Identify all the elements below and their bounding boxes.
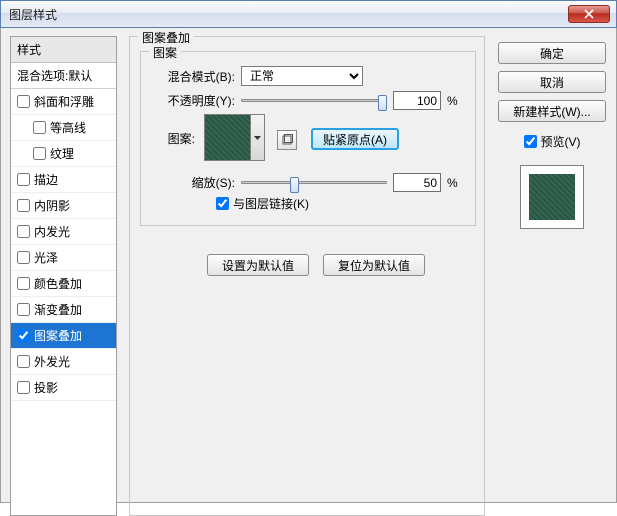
opacity-slider-thumb[interactable] (378, 95, 387, 111)
style-item-10[interactable]: 外发光 (11, 349, 116, 375)
style-item-6[interactable]: 光泽 (11, 245, 116, 271)
new-preset-icon (281, 134, 293, 146)
preview-label: 预览(V) (541, 133, 581, 150)
style-item-label: 光泽 (34, 249, 58, 266)
pattern-overlay-group: 图案叠加 图案 混合模式(B): 正常 不透明度(Y): % 图案: (129, 36, 485, 516)
close-button[interactable] (568, 5, 610, 23)
opacity-slider[interactable] (241, 99, 387, 102)
scale-label: 缩放(S): (151, 174, 235, 191)
inner-group-label: 图案 (149, 44, 181, 61)
style-item-checkbox[interactable] (33, 121, 46, 134)
style-item-label: 投影 (34, 379, 58, 396)
opacity-label: 不透明度(Y): (151, 92, 235, 109)
reset-to-default-button[interactable]: 复位为默认值 (323, 254, 425, 276)
style-item-label: 斜面和浮雕 (34, 93, 94, 110)
blend-mode-label: 混合模式(B): (151, 68, 235, 85)
preview-checkbox[interactable] (524, 135, 537, 148)
style-item-label: 纹理 (50, 145, 74, 162)
dialog-title: 图层样式 (9, 6, 57, 23)
create-new-preset-button[interactable] (277, 130, 297, 150)
percent-label-2: % (447, 176, 458, 190)
style-item-label: 外发光 (34, 353, 70, 370)
link-with-layer-checkbox[interactable] (216, 197, 229, 210)
snap-to-origin-button[interactable]: 贴紧原点(A) (311, 128, 399, 150)
style-item-7[interactable]: 颜色叠加 (11, 271, 116, 297)
new-style-button[interactable]: 新建样式(W)... (498, 100, 606, 122)
dialog-body: 样式 混合选项:默认 斜面和浮雕等高线纹理描边内阴影内发光光泽颜色叠加渐变叠加图… (0, 28, 617, 503)
style-item-checkbox[interactable] (17, 199, 30, 212)
style-item-label: 等高线 (50, 119, 86, 136)
style-item-checkbox[interactable] (17, 381, 30, 394)
style-item-label: 内阴影 (34, 197, 70, 214)
styles-panel: 样式 混合选项:默认 斜面和浮雕等高线纹理描边内阴影内发光光泽颜色叠加渐变叠加图… (10, 36, 117, 516)
preview-swatch (520, 165, 584, 229)
style-item-label: 颜色叠加 (34, 275, 82, 292)
style-item-label: 图案叠加 (34, 327, 82, 344)
ok-button[interactable]: 确定 (498, 42, 606, 64)
scale-input[interactable] (393, 173, 441, 192)
pattern-group: 图案 混合模式(B): 正常 不透明度(Y): % 图案: (140, 51, 476, 226)
style-item-checkbox[interactable] (17, 173, 30, 186)
titlebar: 图层样式 (0, 0, 617, 28)
style-item-checkbox[interactable] (33, 147, 46, 160)
close-icon (584, 9, 594, 19)
style-item-checkbox[interactable] (17, 329, 30, 342)
pattern-texture-preview (205, 115, 250, 160)
style-item-3[interactable]: 描边 (11, 167, 116, 193)
style-item-2[interactable]: 纹理 (11, 141, 116, 167)
scale-slider-thumb[interactable] (290, 177, 299, 193)
style-item-checkbox[interactable] (17, 277, 30, 290)
style-item-0[interactable]: 斜面和浮雕 (11, 89, 116, 115)
style-item-1[interactable]: 等高线 (11, 115, 116, 141)
pattern-label: 图案: (151, 130, 195, 147)
style-item-11[interactable]: 投影 (11, 375, 116, 401)
make-default-button[interactable]: 设置为默认值 (207, 254, 309, 276)
blend-options-default[interactable]: 混合选项:默认 (11, 63, 116, 89)
cancel-button[interactable]: 取消 (498, 71, 606, 93)
style-item-checkbox[interactable] (17, 225, 30, 238)
style-item-checkbox[interactable] (17, 95, 30, 108)
style-item-5[interactable]: 内发光 (11, 219, 116, 245)
link-with-layer-label: 与图层链接(K) (233, 195, 309, 212)
chevron-down-icon (254, 136, 261, 140)
style-item-4[interactable]: 内阴影 (11, 193, 116, 219)
style-item-8[interactable]: 渐变叠加 (11, 297, 116, 323)
right-column: 确定 取消 新建样式(W)... 预览(V) (498, 42, 606, 229)
pattern-dropdown-arrow[interactable] (250, 115, 264, 160)
style-item-checkbox[interactable] (17, 355, 30, 368)
scale-slider[interactable] (241, 181, 387, 184)
style-item-label: 渐变叠加 (34, 301, 82, 318)
blend-mode-select[interactable]: 正常 (241, 66, 363, 86)
style-item-label: 描边 (34, 171, 58, 188)
preview-texture (529, 174, 575, 220)
pattern-picker[interactable] (204, 114, 265, 161)
styles-header[interactable]: 样式 (11, 37, 116, 63)
style-item-label: 内发光 (34, 223, 70, 240)
style-item-checkbox[interactable] (17, 303, 30, 316)
percent-label: % (447, 94, 458, 108)
opacity-input[interactable] (393, 91, 441, 110)
style-item-9[interactable]: 图案叠加 (11, 323, 116, 349)
style-item-checkbox[interactable] (17, 251, 30, 264)
